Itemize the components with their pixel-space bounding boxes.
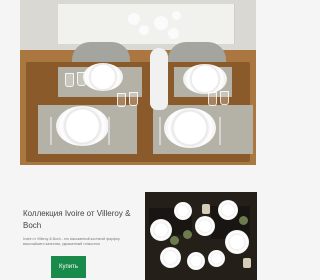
promo-image (145, 192, 257, 280)
hero-cabinet (182, 4, 235, 44)
product-description: Ivoire от Villeroy & Boch - это изысканн… (23, 237, 120, 246)
leaf (183, 230, 192, 239)
wine-glass (65, 73, 74, 87)
promo-plate (174, 202, 192, 220)
plate (164, 108, 216, 148)
hero-cabinet (58, 4, 121, 44)
promo-plate (187, 252, 205, 270)
wine-glass (129, 92, 138, 106)
flower (139, 25, 149, 35)
leaf (170, 236, 179, 245)
fork (50, 117, 52, 145)
flower (168, 28, 179, 39)
wine-glass (77, 72, 86, 86)
promo-plate (218, 200, 238, 220)
promo-plate (208, 250, 225, 267)
wine-glass (220, 91, 229, 105)
flower (128, 13, 140, 25)
plate (183, 64, 227, 94)
cup (243, 258, 251, 268)
cup (202, 204, 210, 214)
promo-plate (160, 247, 181, 268)
product-title: Коллекция Ivoire от Villeroy & Boch (23, 209, 131, 230)
hero-image (20, 0, 256, 165)
wine-glass (208, 92, 217, 106)
fork (159, 117, 161, 145)
promo-plate (225, 230, 249, 254)
flower (154, 16, 168, 30)
buy-button[interactable]: Купить (51, 256, 86, 278)
leaf (239, 216, 248, 225)
knife (219, 117, 221, 145)
wine-glass (117, 93, 126, 107)
plate (56, 106, 109, 146)
promo-plate (195, 216, 215, 236)
plate (83, 63, 123, 91)
knife (108, 117, 110, 145)
vase (150, 48, 168, 110)
promo-plate (150, 219, 172, 241)
flower (172, 11, 181, 20)
